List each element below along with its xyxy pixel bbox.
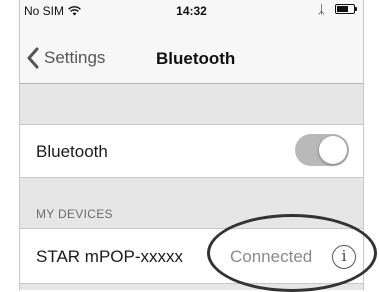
chevron-left-icon [27,47,39,69]
bluetooth-row: Bluetooth [20,124,363,178]
status-time: 14:32 [176,4,207,18]
page-title: Bluetooth [156,49,236,68]
device-name: STAR mPOP-xxxxx [36,247,184,266]
navigation-bar: Settings Bluetooth [20,34,363,84]
phone-screen: No SIM 14:32 ᛣ Settings Bluetooth Blueto… [19,0,364,290]
section-header: MY DEVICES [36,207,113,221]
bottom-background [20,284,363,290]
info-icon[interactable]: i [332,245,356,269]
back-label: Settings [44,48,106,67]
device-row[interactable]: STAR mPOP-xxxxx Connected i [20,228,363,284]
device-status: Connected [230,247,313,266]
right-status-icons: ᛣ [317,2,357,16]
status-bar: No SIM 14:32 ᛣ [20,0,363,34]
toggle-knob [319,136,347,164]
bluetooth-icon: ᛣ [317,2,325,16]
group-spacer [20,84,363,124]
bluetooth-toggle[interactable] [295,134,349,166]
bluetooth-row-label: Bluetooth [36,142,108,161]
section-header-area: MY DEVICES [20,178,363,228]
back-button[interactable]: Settings [26,47,105,69]
battery-icon [335,4,357,14]
